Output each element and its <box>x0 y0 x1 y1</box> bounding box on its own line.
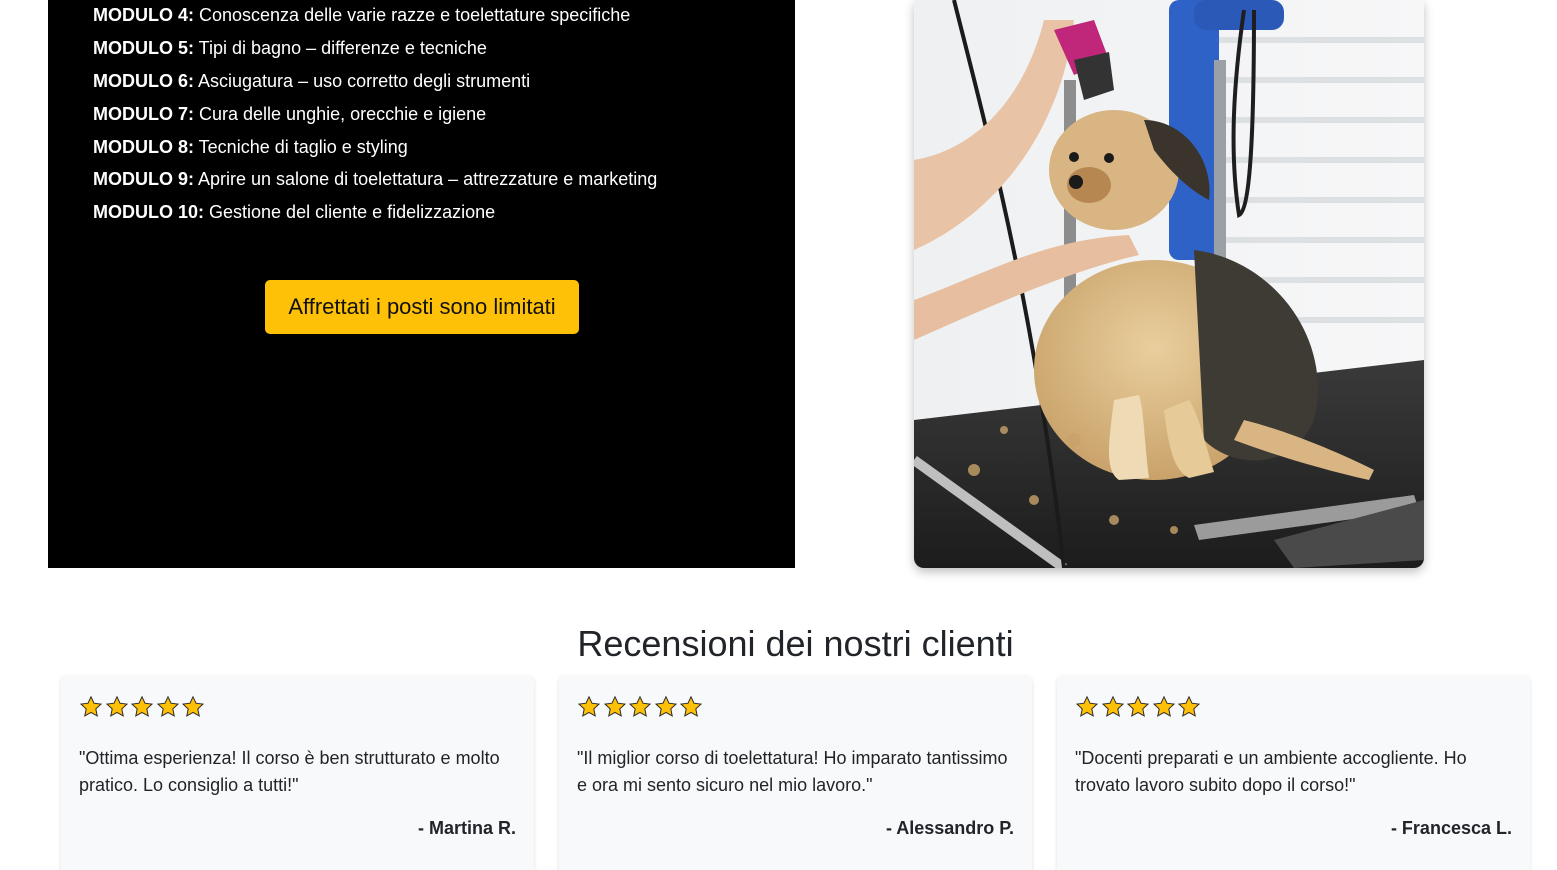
module-text: Asciugatura – uso corretto degli strumen… <box>194 70 531 91</box>
star-icon <box>1126 695 1150 718</box>
star-icon <box>156 695 179 718</box>
module-item: MODULO 5: Tipi di bagno – differenze e t… <box>93 36 657 60</box>
module-label: MODULO 6: <box>93 70 194 91</box>
star-rating <box>577 693 1014 719</box>
dog-grooming-illustration <box>914 0 1424 568</box>
module-label: MODULO 8: <box>93 136 194 157</box>
star-icon <box>1101 695 1124 718</box>
module-item: MODULO 10: Gestione del cliente e fideli… <box>93 200 657 224</box>
review-author: - Francesca L. <box>1390 818 1512 838</box>
module-item: MODULO 9: Aprire un salone di toelettatu… <box>93 167 657 191</box>
module-item: MODULO 8: Tecniche di taglio e styling <box>93 135 657 159</box>
page: MODULO 4: Conoscenza delle varie razze e… <box>0 0 1557 870</box>
star-icon <box>654 695 677 718</box>
module-label: MODULO 10: <box>93 202 205 223</box>
star-icon <box>679 695 703 718</box>
star-icon <box>105 695 128 718</box>
reviews-title: Recensioni dei nostri clienti <box>577 623 1014 664</box>
module-text: Cura delle unghie, orecchie e igiene <box>194 103 487 124</box>
star-icon <box>79 695 103 718</box>
module-label: MODULO 9: <box>93 169 194 190</box>
star-icon <box>1177 695 1201 718</box>
module-item: MODULO 7: Cura delle unghie, orecchie e … <box>93 102 657 126</box>
star-icon <box>603 695 626 718</box>
module-label: MODULO 7: <box>93 103 194 124</box>
review-card: "Ottima esperienza! Il corso è ben strut… <box>61 676 534 870</box>
module-item: MODULO 6: Asciugatura – uso corretto deg… <box>93 69 657 93</box>
star-icon <box>130 695 154 718</box>
star-icon <box>1075 695 1099 718</box>
module-label: MODULO 4: <box>93 5 194 25</box>
module-label: MODULO 5: <box>93 37 194 58</box>
enroll-cta-button[interactable]: Affrettati i posti sono limitati <box>265 280 579 334</box>
dog-grooming-photo <box>914 0 1424 568</box>
review-author: - Alessandro P. <box>885 818 1014 838</box>
star-icon <box>181 695 205 718</box>
module-list: MODULO 4: Conoscenza delle varie razze e… <box>93 3 657 233</box>
module-item: MODULO 4: Conoscenza delle varie razze e… <box>93 3 657 27</box>
star-icon <box>577 695 601 718</box>
star-icon <box>1152 695 1175 718</box>
star-rating <box>1075 693 1512 719</box>
star-rating <box>79 693 516 719</box>
module-text: Aprire un salone di toelettatura – attre… <box>194 169 658 190</box>
course-modules-panel: MODULO 4: Conoscenza delle varie razze e… <box>48 0 795 568</box>
review-text: "Il miglior corso di toelettatura! Ho im… <box>577 748 1008 795</box>
review-card: "Docenti preparati e un ambiente accogli… <box>1057 676 1530 870</box>
module-text: Gestione del cliente e fidelizzazione <box>204 202 496 223</box>
review-text: "Docenti preparati e un ambiente accogli… <box>1075 748 1467 795</box>
module-text: Tecniche di taglio e styling <box>194 136 408 157</box>
star-icon <box>628 695 652 718</box>
review-text: "Ottima esperienza! Il corso è ben strut… <box>79 748 500 795</box>
review-card: "Il miglior corso di toelettatura! Ho im… <box>559 676 1032 870</box>
module-text: Conoscenza delle varie razze e toelettat… <box>194 5 631 25</box>
module-text: Tipi di bagno – differenze e tecniche <box>194 37 487 58</box>
review-author: - Martina R. <box>417 818 516 838</box>
